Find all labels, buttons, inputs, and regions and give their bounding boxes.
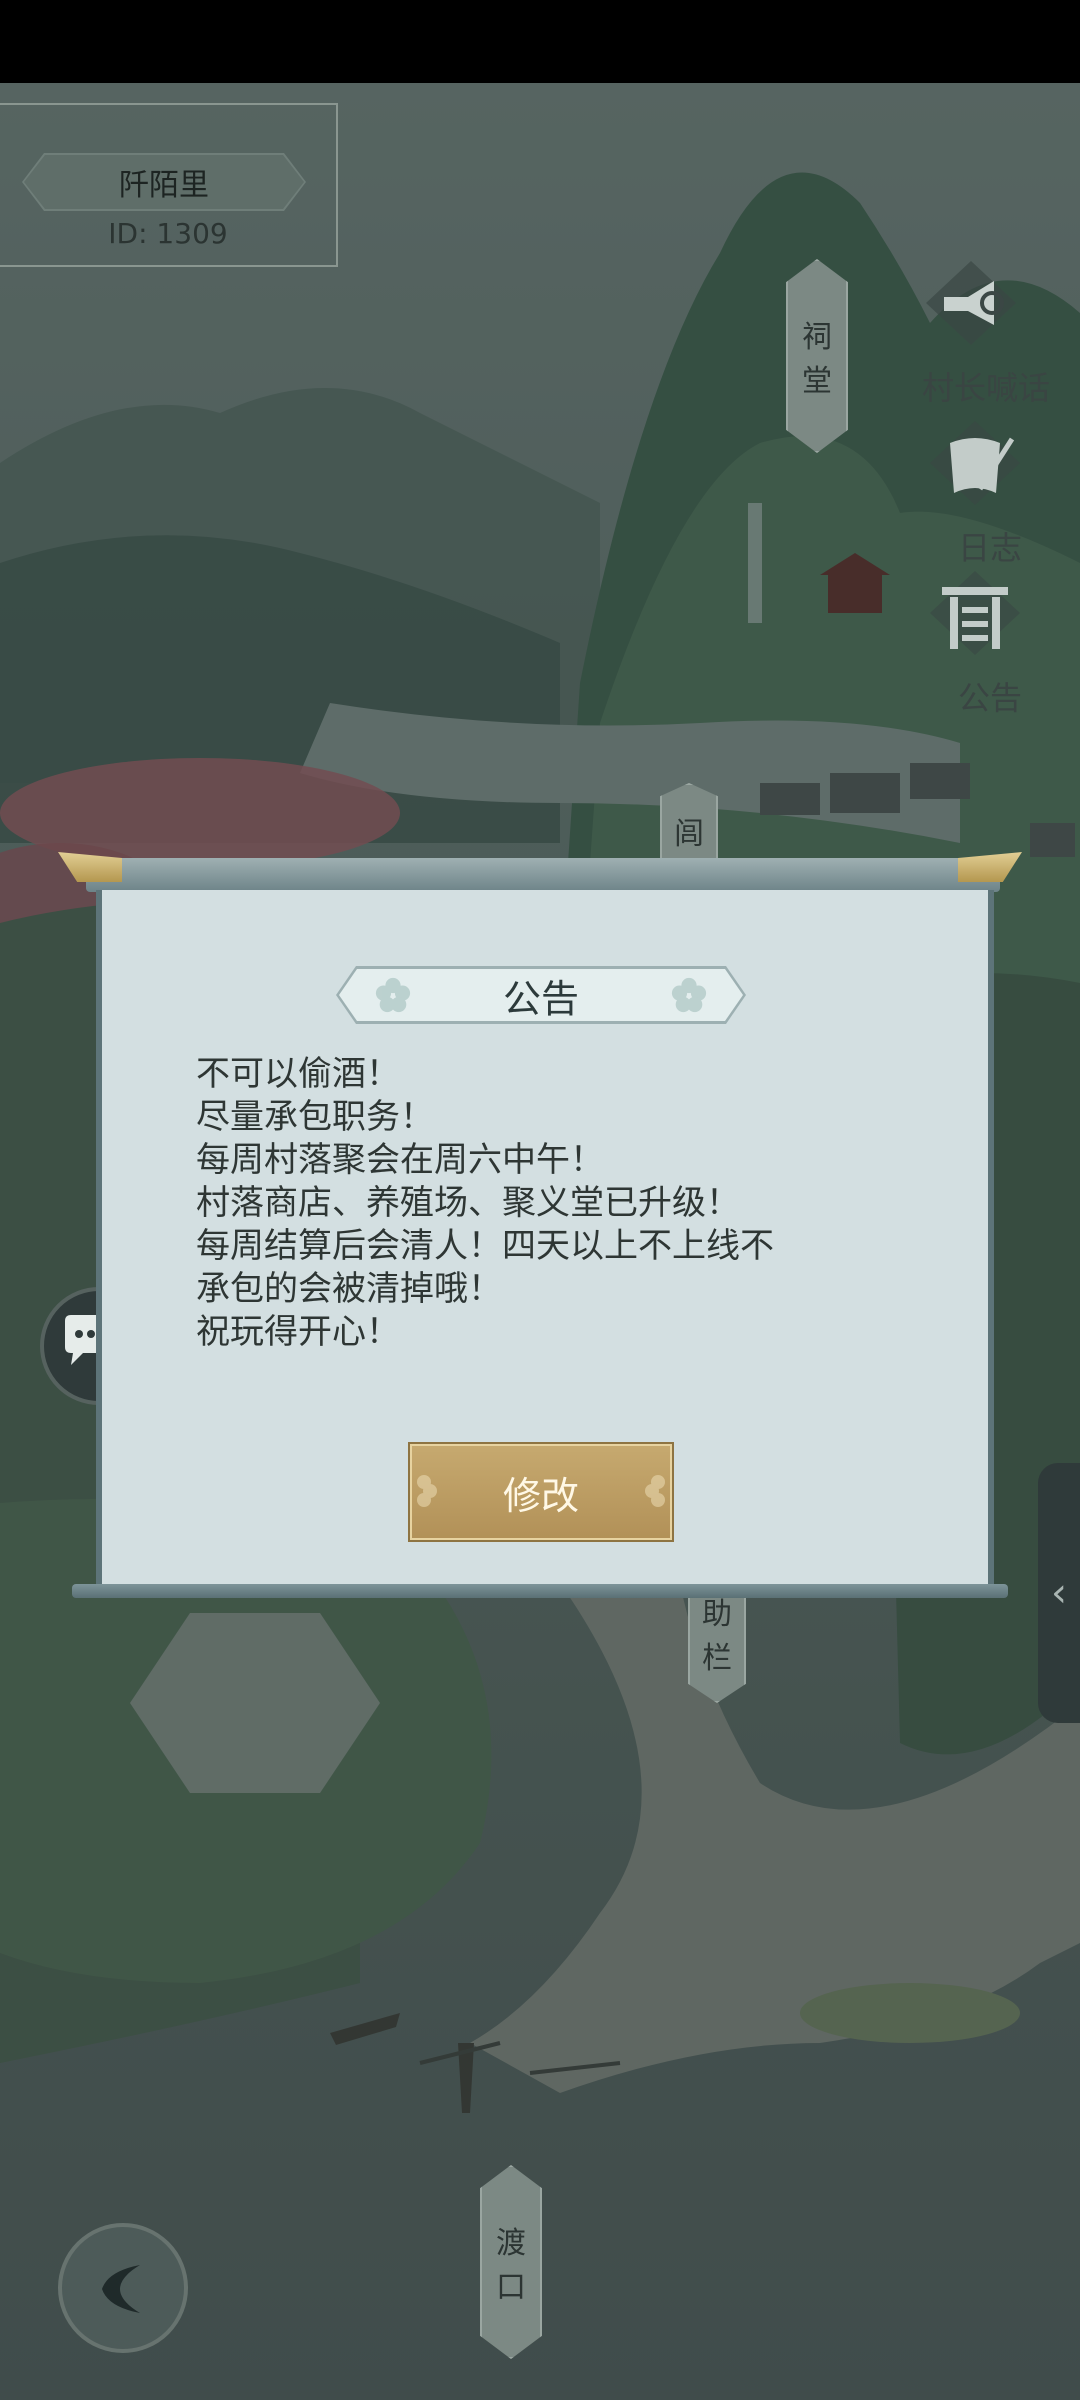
megaphone-icon xyxy=(926,253,1041,363)
back-button[interactable] xyxy=(58,2223,188,2353)
village-id: ID: 1309 xyxy=(108,217,228,250)
sign-char: 栏 xyxy=(702,1641,732,1676)
side-button-label: 公告 xyxy=(957,679,1022,717)
sign-char: 口 xyxy=(496,2270,526,2305)
scroll-quill-icon xyxy=(930,413,1045,523)
village-name: 阡陌里 xyxy=(24,155,304,209)
sign-char: 祠 xyxy=(802,320,832,355)
notice-line: 承包的会被清掉哦！ xyxy=(196,1269,502,1309)
notice-text: 不可以偷酒！ 尽量承包职务！ 每周村落聚会在周六中午！ 村落商店、养殖场、聚义堂… xyxy=(196,1053,896,1354)
notice-line: 每周结算后会清人！四天以上不上线不 xyxy=(196,1226,774,1266)
notice-line: 尽量承包职务！ xyxy=(196,1097,434,1137)
dialog-top-roller xyxy=(86,858,1000,892)
notice-line: 祝玩得开心！ xyxy=(196,1312,400,1352)
chevron-left-icon: ‹ xyxy=(1051,1570,1067,1616)
notice-line: 每周村落聚会在周六中午！ xyxy=(196,1140,604,1180)
sign-char: 闾 xyxy=(674,817,704,852)
map-sign-ferry[interactable]: 渡 口 xyxy=(480,2165,542,2359)
map-sign-ancestral-hall[interactable]: 祠 堂 xyxy=(786,259,848,453)
edit-button[interactable]: 修改 xyxy=(410,1444,672,1540)
flower-ornament-icon xyxy=(670,976,708,1014)
side-button-label: 村长喊话 xyxy=(921,369,1050,407)
side-button-chief-shout[interactable]: 村长喊话 xyxy=(916,253,1056,409)
right-drawer-handle[interactable]: ‹ xyxy=(1038,1463,1080,1723)
back-arrow-icon xyxy=(102,2265,140,2313)
edit-button-label: 修改 xyxy=(502,1473,579,1518)
side-button-notice[interactable]: 公告 xyxy=(920,563,1060,719)
village-name-plate: 阡陌里 xyxy=(22,153,306,211)
flower-ornament-icon xyxy=(374,976,412,1014)
button-ornament-icon xyxy=(417,1475,437,1507)
dialog-title-plate: 公告 xyxy=(336,966,746,1024)
dialog-bottom-roller xyxy=(72,1584,1008,1598)
notice-line: 不可以偷酒！ xyxy=(196,1054,400,1094)
side-button-log[interactable]: 日志 xyxy=(920,413,1060,569)
village-info-card: 阡陌里 ID: 1309 xyxy=(0,103,338,267)
status-bar xyxy=(0,0,1080,83)
notice-line: 村落商店、养殖场、聚义堂已升级！ xyxy=(196,1183,740,1223)
gate-icon xyxy=(930,563,1045,673)
sign-char: 堂 xyxy=(802,364,832,399)
button-ornament-icon xyxy=(645,1475,665,1507)
sign-char: 渡 xyxy=(496,2226,526,2261)
